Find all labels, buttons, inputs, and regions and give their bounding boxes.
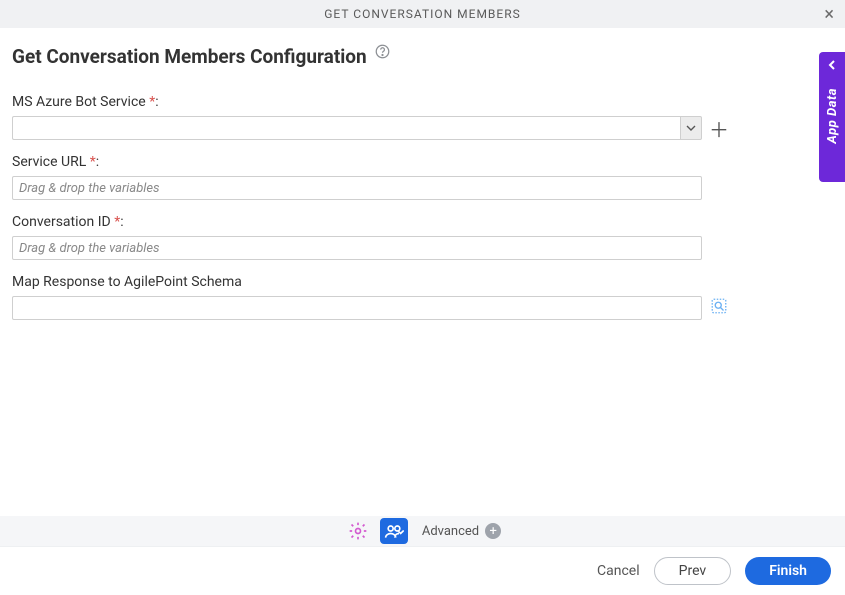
label-text: MS Azure Bot Service [12,94,146,110]
finish-button[interactable]: Finish [745,557,831,585]
plus-circle-icon: + [485,523,501,539]
field-conversation-id: Conversation ID *: [12,214,833,260]
title-row: Get Conversation Members Configuration [0,28,845,76]
label-text: Service URL [12,154,86,170]
colon: : [120,214,123,230]
close-icon[interactable]: × [824,4,835,25]
map-response-input[interactable] [12,296,702,320]
label-map-response: Map Response to AgilePoint Schema [12,274,833,290]
chevron-left-icon [827,58,837,74]
service-url-input[interactable] [12,176,702,200]
bottom-toolbar: Advanced + [0,516,845,546]
label-conversation-id: Conversation ID *: [12,214,833,230]
colon: : [96,154,99,170]
azure-bot-service-value[interactable] [12,116,680,140]
advanced-toggle[interactable]: Advanced + [422,523,501,539]
app-data-tab[interactable]: App Data [819,52,845,182]
label-service-url: Service URL *: [12,154,833,170]
app-data-label: App Data [825,88,840,144]
field-map-response: Map Response to AgilePoint Schema [12,274,833,320]
add-icon[interactable]: ＋ [710,119,728,137]
schema-lookup-icon[interactable] [710,297,728,319]
colon: : [155,94,158,110]
chevron-down-icon[interactable] [680,116,702,140]
config-form: MS Azure Bot Service *: ＋ Service URL *:… [0,76,845,324]
conversation-id-input[interactable] [12,236,702,260]
cancel-button[interactable]: Cancel [597,563,640,579]
advanced-label: Advanced [422,524,479,539]
dialog-header: GET CONVERSATION MEMBERS × [0,0,845,28]
label-azure-bot-service: MS Azure Bot Service *: [12,94,833,110]
page-title: Get Conversation Members Configuration [12,45,367,68]
label-text: Conversation ID [12,214,111,230]
help-icon[interactable] [375,44,390,63]
people-icon[interactable] [380,518,408,544]
azure-bot-service-select[interactable] [12,116,702,140]
dialog-footer: Cancel Prev Finish [0,546,845,595]
dialog-title: GET CONVERSATION MEMBERS [324,7,521,21]
gear-icon[interactable] [344,518,372,544]
prev-button[interactable]: Prev [654,557,732,585]
field-service-url: Service URL *: [12,154,833,200]
field-azure-bot-service: MS Azure Bot Service *: ＋ [12,94,833,140]
